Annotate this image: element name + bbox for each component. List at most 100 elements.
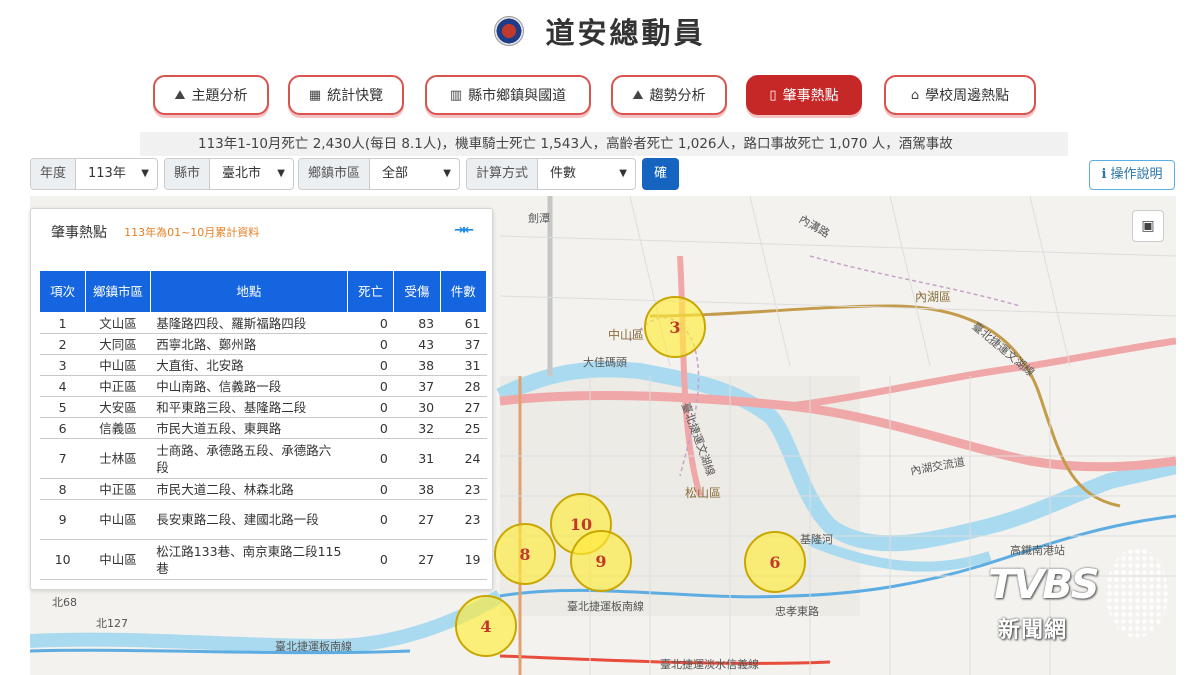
table-cell: 0 bbox=[347, 438, 394, 479]
tvbs-watermark: TVBS 新聞網 bbox=[988, 548, 1168, 648]
hotspot-cluster[interactable]: 8 bbox=[494, 523, 556, 585]
help-button[interactable]: i 操作說明 bbox=[1089, 160, 1175, 190]
table-row[interactable]: 4 中正區 中山南路、信義路一段 0 37 28 bbox=[39, 375, 487, 397]
chevron-down-icon: ▼ bbox=[141, 168, 149, 179]
image-toggle-icon[interactable]: ▣ bbox=[1132, 210, 1164, 242]
table-cell: 中山南路、信義路一段 bbox=[150, 375, 348, 397]
table-cell: 長安東路二段、建國北路一段 bbox=[150, 499, 348, 540]
page-title: 道安總動員 bbox=[545, 16, 706, 50]
table-cell: 市民大道二段、林森北路 bbox=[150, 478, 348, 500]
confirm-button[interactable]: 確定 bbox=[642, 158, 680, 213]
map-icon: ▯ bbox=[769, 87, 777, 103]
panel-title: 肇事熱點 bbox=[51, 224, 107, 241]
nav-label: 趨勢分析 bbox=[649, 88, 706, 104]
nav-accident-hotspot-button[interactable]: ▯ 肇事熱點 bbox=[746, 75, 862, 115]
table-row[interactable]: 7 士林區 士商路、承德路五段、承德路六段 0 31 24 bbox=[39, 438, 487, 479]
hotspot-cluster[interactable]: 4 bbox=[455, 595, 517, 657]
table-cell: 中山區 bbox=[85, 354, 151, 376]
map-label-bannan-line-2: 臺北捷運板南線 bbox=[275, 640, 352, 653]
hotspot-cluster[interactable]: 9 bbox=[570, 530, 632, 592]
hotspot-table: 項次 鄉鎮市區 地點 死亡 受傷 件數 1 文山區 基隆路四段、羅斯福路四段 0 83 6… bbox=[38, 270, 488, 580]
table-cell: 大安區 bbox=[85, 396, 151, 418]
city-label: 縣市 bbox=[165, 159, 211, 189]
col-header[interactable]: 鄉鎮市區 bbox=[85, 270, 151, 313]
table-row[interactable]: 8 中正區 市民大道二段、林森北路 0 38 23 bbox=[39, 478, 487, 500]
calc-method-select[interactable]: 計算方式 件數 ▼ bbox=[466, 158, 636, 190]
bar-chart-icon: ▥ bbox=[449, 87, 463, 103]
col-header[interactable]: 受傷 bbox=[393, 270, 441, 313]
nav-label: 縣市鄉鎮與國道 bbox=[468, 88, 567, 104]
city-select[interactable]: 縣市 臺北市 ▼ bbox=[164, 158, 294, 190]
table-cell: 和平東路三段、基隆路二段 bbox=[150, 396, 348, 418]
help-label: 操作說明 bbox=[1110, 167, 1163, 182]
table-cell: 中正區 bbox=[85, 375, 151, 397]
hotspot-cluster[interactable]: 6 bbox=[744, 531, 806, 593]
table-cell: 1 bbox=[39, 312, 86, 334]
table-cell: 0 bbox=[347, 396, 394, 418]
collapse-icon[interactable]: ⇥⇤ bbox=[454, 223, 474, 238]
table-cell: 中山區 bbox=[85, 539, 151, 580]
table-row[interactable]: 9 中山區 長安東路二段、建國北路一段 0 27 23 bbox=[39, 499, 487, 540]
hotspot-panel: 肇事熱點 113年為01~10月累計資料 ⇥⇤ 項次 鄉鎮市區 地點 死亡 受傷… bbox=[30, 208, 493, 590]
year-label: 年度 bbox=[31, 159, 77, 189]
table-cell: 32 bbox=[393, 417, 441, 439]
col-header[interactable]: 地點 bbox=[149, 270, 349, 313]
table-cell: 61 bbox=[440, 312, 487, 334]
chart-area-icon: ⛰ bbox=[174, 87, 186, 103]
watermark-sub: 新聞網 bbox=[998, 618, 1068, 643]
table-row[interactable]: 5 大安區 和平東路三段、基隆路二段 0 30 27 bbox=[39, 396, 487, 418]
table-cell: 38 bbox=[393, 478, 441, 500]
col-header[interactable]: 件數 bbox=[439, 270, 488, 313]
table-cell: 中山區 bbox=[85, 499, 151, 540]
map-label-zhongshan: 中山區 bbox=[608, 328, 645, 342]
chevron-down-icon: ▼ bbox=[277, 168, 285, 179]
map-label-n127: 北127 bbox=[96, 617, 128, 630]
chevron-down-icon: ▼ bbox=[443, 168, 451, 179]
table-cell: 松江路133巷、南京東路二段115巷 bbox=[150, 539, 348, 580]
table-cell: 9 bbox=[39, 499, 86, 540]
col-header[interactable]: 項次 bbox=[38, 270, 87, 313]
year-select[interactable]: 年度 113年 ▼ bbox=[30, 158, 158, 190]
table-row[interactable]: 3 中山區 大直街、北安路 0 38 31 bbox=[39, 354, 487, 376]
school-icon: ⌂ bbox=[910, 87, 920, 103]
year-value: 113年 bbox=[88, 166, 126, 181]
nav-trend-analysis-button[interactable]: ⛰ 趨勢分析 bbox=[611, 75, 727, 115]
nav-topic-analysis-button[interactable]: ⛰ 主題分析 bbox=[153, 75, 269, 115]
table-cell: 27 bbox=[393, 499, 441, 540]
table-cell: 10 bbox=[39, 539, 86, 580]
police-emblem-logo bbox=[494, 16, 525, 46]
chevron-down-icon: ▼ bbox=[619, 168, 627, 179]
table-cell: 市民大道五段、東興路 bbox=[150, 417, 348, 439]
hotspot-cluster[interactable]: 3 bbox=[644, 296, 706, 358]
table-cell: 83 bbox=[393, 312, 441, 334]
table-cell: 士商路、承德路五段、承德路六段 bbox=[150, 438, 348, 479]
table-cell: 4 bbox=[39, 375, 86, 397]
table-cell: 28 bbox=[440, 375, 487, 397]
nav-stats-overview-button[interactable]: ▦ 統計快覽 bbox=[288, 75, 404, 115]
nav-county-highway-button[interactable]: ▥ 縣市鄉鎮與國道 bbox=[425, 75, 591, 115]
map-label-jiantan: 劍潭 bbox=[528, 212, 550, 225]
table-cell: 0 bbox=[347, 417, 394, 439]
map-label-neihu: 內湖區 bbox=[915, 290, 952, 304]
table-cell: 西寧北路、鄭州路 bbox=[150, 333, 348, 355]
table-cell: 23 bbox=[440, 499, 487, 540]
map-label-bannan-line: 臺北捷運板南線 bbox=[567, 600, 644, 613]
watermark-brand: TVBS bbox=[988, 562, 1100, 608]
table-cell: 2 bbox=[39, 333, 86, 355]
map-label-dajia: 大佳碼頭 bbox=[583, 356, 627, 369]
col-header[interactable]: 死亡 bbox=[347, 270, 395, 313]
table-row[interactable]: 6 信義區 市民大道五段、東興路 0 32 25 bbox=[39, 417, 487, 439]
table-cell: 27 bbox=[440, 396, 487, 418]
table-cell: 信義區 bbox=[85, 417, 151, 439]
table-cell: 8 bbox=[39, 478, 86, 500]
nav-label: 主題分析 bbox=[191, 88, 248, 104]
table-cell: 0 bbox=[347, 539, 394, 580]
table-cell: 43 bbox=[393, 333, 441, 355]
table-row[interactable]: 2 大同區 西寧北路、鄭州路 0 43 37 bbox=[39, 333, 487, 355]
calc-method-value: 件數 bbox=[550, 166, 577, 181]
nav-school-hotspot-button[interactable]: ⌂ 學校周邊熱點 bbox=[884, 75, 1036, 115]
table-row[interactable]: 10 中山區 松江路133巷、南京東路二段115巷 0 27 19 bbox=[39, 539, 487, 580]
table-header-row: 項次 鄉鎮市區 地點 死亡 受傷 件數 bbox=[38, 270, 488, 313]
table-row[interactable]: 1 文山區 基隆路四段、羅斯福路四段 0 83 61 bbox=[39, 312, 487, 334]
district-select[interactable]: 鄉鎮市區 全部 ▼ bbox=[298, 158, 460, 190]
